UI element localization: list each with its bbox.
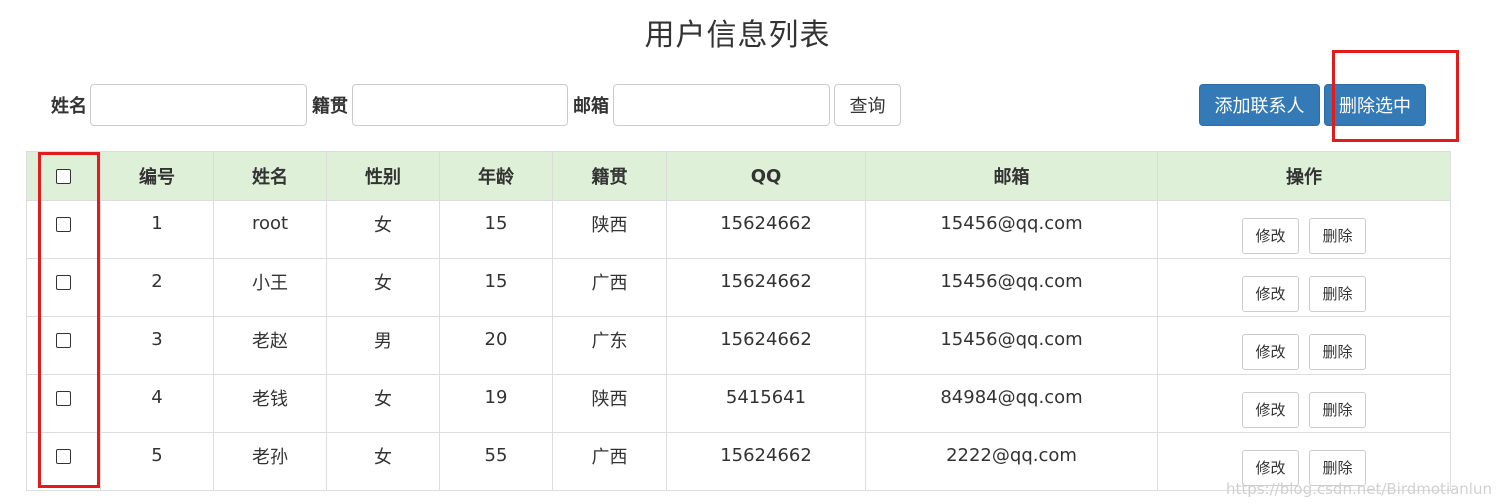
cell-email: 2222@qq.com (865, 432, 1158, 491)
cell-actions: 修改 删除 (1157, 200, 1451, 259)
delete-button[interactable]: 删除 (1309, 391, 1366, 428)
header-qq: QQ (666, 151, 866, 201)
cell-id: 4 (100, 374, 214, 433)
select-all-checkbox[interactable] (56, 169, 71, 184)
user-table: 编号 姓名 性别 年龄 籍贯 QQ 邮箱 操作 1 root 女 15 陕西 1… (26, 151, 1451, 491)
cell-name: 老赵 (213, 316, 327, 375)
row-checkbox-cell (26, 258, 101, 317)
cell-id: 3 (100, 316, 214, 375)
cell-id: 5 (100, 432, 214, 491)
cell-qq: 15624662 (666, 432, 866, 491)
header-actions: 操作 (1157, 151, 1451, 201)
cell-qq: 15624662 (666, 258, 866, 317)
cell-gender: 女 (326, 258, 440, 317)
cell-actions: 修改 删除 (1157, 258, 1451, 317)
row-checkbox-cell (26, 200, 101, 259)
cell-id: 1 (100, 200, 214, 259)
header-name: 姓名 (213, 151, 327, 201)
row-checkbox[interactable] (56, 332, 71, 348)
cell-actions: 修改 删除 (1157, 374, 1451, 433)
row-checkbox-cell (26, 432, 101, 491)
delete-button[interactable]: 删除 (1309, 275, 1366, 312)
header-age: 年龄 (439, 151, 553, 201)
row-checkbox-cell (26, 374, 101, 433)
edit-button[interactable]: 修改 (1242, 275, 1299, 312)
email-search-input[interactable] (613, 84, 830, 126)
origin-label: 籍贯 (312, 96, 348, 117)
delete-button[interactable]: 删除 (1309, 333, 1366, 370)
cell-origin: 陕西 (552, 374, 667, 433)
table-header-row: 编号 姓名 性别 年龄 籍贯 QQ 邮箱 操作 (26, 151, 1451, 201)
header-email: 邮箱 (865, 151, 1158, 201)
name-search-input[interactable] (90, 84, 307, 126)
cell-actions: 修改 删除 (1157, 316, 1451, 375)
cell-qq: 15624662 (666, 200, 866, 259)
add-contact-button[interactable]: 添加联系人 (1199, 84, 1320, 126)
cell-email: 15456@qq.com (865, 258, 1158, 317)
email-label: 邮箱 (573, 96, 609, 117)
cell-name: 小王 (213, 258, 327, 317)
table-row: 4 老钱 女 19 陕西 5415641 84984@qq.com 修改 删除 (26, 374, 1451, 433)
query-button[interactable]: 查询 (834, 84, 901, 126)
cell-qq: 15624662 (666, 316, 866, 375)
edit-button[interactable]: 修改 (1242, 391, 1299, 428)
cell-age: 19 (439, 374, 553, 433)
edit-button[interactable]: 修改 (1242, 217, 1299, 254)
row-checkbox[interactable] (56, 390, 71, 406)
delete-selected-button[interactable]: 删除选中 (1324, 84, 1426, 126)
header-id: 编号 (100, 151, 214, 201)
cell-name: 老钱 (213, 374, 327, 433)
cell-age: 20 (439, 316, 553, 375)
row-checkbox[interactable] (56, 448, 71, 464)
cell-gender: 女 (326, 374, 440, 433)
cell-gender: 女 (326, 200, 440, 259)
header-select-all-cell (26, 151, 101, 201)
cell-gender: 女 (326, 432, 440, 491)
table-row: 2 小王 女 15 广西 15624662 15456@qq.com 修改 删除 (26, 258, 1451, 317)
cell-gender: 男 (326, 316, 440, 375)
origin-search-input[interactable] (352, 84, 568, 126)
cell-age: 55 (439, 432, 553, 491)
cell-age: 15 (439, 258, 553, 317)
name-label: 姓名 (51, 96, 87, 117)
table-row: 1 root 女 15 陕西 15624662 15456@qq.com 修改 … (26, 200, 1451, 259)
cell-email: 15456@qq.com (865, 200, 1158, 259)
cell-qq: 5415641 (666, 374, 866, 433)
cell-name: root (213, 200, 327, 259)
edit-button[interactable]: 修改 (1242, 333, 1299, 370)
cell-id: 2 (100, 258, 214, 317)
cell-origin: 广西 (552, 432, 667, 491)
row-checkbox[interactable] (56, 216, 71, 232)
cell-email: 15456@qq.com (865, 316, 1158, 375)
header-gender: 性别 (326, 151, 440, 201)
page-title: 用户信息列表 (644, 18, 831, 53)
cell-origin: 广东 (552, 316, 667, 375)
header-origin: 籍贯 (552, 151, 667, 201)
row-checkbox-cell (26, 316, 101, 375)
cell-age: 15 (439, 200, 553, 259)
row-checkbox[interactable] (56, 274, 71, 290)
cell-origin: 广西 (552, 258, 667, 317)
cell-origin: 陕西 (552, 200, 667, 259)
cell-name: 老孙 (213, 432, 327, 491)
watermark: https://blog.csdn.net/Birdmotianlun (1225, 480, 1492, 498)
cell-email: 84984@qq.com (865, 374, 1158, 433)
table-row: 3 老赵 男 20 广东 15624662 15456@qq.com 修改 删除 (26, 316, 1451, 375)
delete-button[interactable]: 删除 (1309, 217, 1366, 254)
